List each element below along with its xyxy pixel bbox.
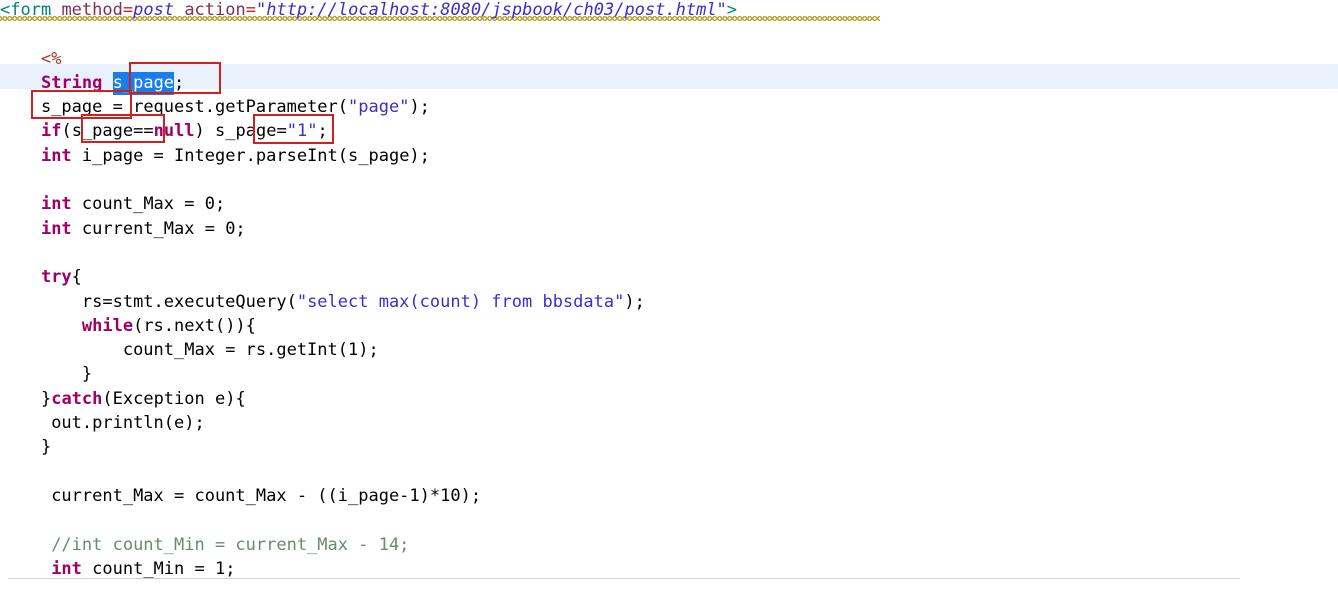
- code-line-18: out.println(e);: [0, 411, 737, 435]
- token-string-page: "page": [348, 97, 410, 118]
- code-text[interactable]: <form method=post action="http://localho…: [0, 0, 737, 581]
- token-stmt-rs: rs=stmt.executeQuery(: [81, 291, 297, 312]
- token-decl-count-min: count_Min = 1;: [81, 558, 236, 579]
- token-paren-open-if: (: [61, 121, 72, 142]
- token-attr-method: method: [61, 0, 123, 20]
- token-keyword-try: try: [40, 267, 72, 288]
- code-line-19: }: [0, 435, 737, 459]
- token-eq-default: =: [276, 121, 287, 142]
- token-value-action-url: "http://localhost:8080/jspbook/ch03/post…: [255, 0, 727, 20]
- token-keyword-if: if: [40, 121, 62, 142]
- code-line-4: String s_page;: [0, 71, 737, 95]
- token-s-page-default: s_page: [215, 121, 277, 142]
- token-stmt-println: out.println(e);: [40, 413, 205, 434]
- token-keyword-int-1: int: [40, 145, 72, 166]
- token-catch-cond: (Exception e){: [102, 388, 246, 409]
- token-string-sql: "select max(count) from bbsdata": [296, 291, 625, 312]
- code-line-7: int i_page = Integer.parseInt(s_page);: [0, 144, 737, 168]
- token-value-post: post: [133, 0, 175, 20]
- token-close-paren-semi: );: [409, 97, 430, 118]
- token-stmt-current-max: current_Max = count_Max - ((i_page-1)*10…: [51, 485, 482, 506]
- code-line-1: <form method=post action="http://localho…: [0, 0, 737, 22]
- token-keyword-int-3: int: [40, 218, 72, 239]
- token-paren-close-if: ): [194, 121, 205, 142]
- token-selected-s-page[interactable]: s_page: [112, 71, 175, 95]
- token-attr-action: action: [184, 0, 246, 20]
- token-keyword-null: null: [153, 121, 195, 142]
- token-decl-current-max: current_Max = 0;: [71, 218, 246, 239]
- editor-bottom-area: [0, 579, 1338, 592]
- code-line-15: count_Max = rs.getInt(1);: [0, 338, 737, 362]
- code-line-12: try{: [0, 265, 737, 289]
- code-line-9: int count_Max = 0;: [0, 192, 737, 216]
- token-form-tag-open: <form: [0, 0, 52, 20]
- token-decl-i-page: i_page = Integer.parseInt(s_page);: [71, 145, 430, 166]
- token-brace-open-try: {: [71, 267, 82, 288]
- code-line-17: }catch(Exception e){: [0, 387, 737, 411]
- code-line-10: int current_Max = 0;: [0, 217, 737, 241]
- token-stmt-count-max: count_Max = rs.getInt(1);: [122, 340, 379, 361]
- token-brace-close-catch: }: [40, 437, 52, 458]
- code-line-13: rs=stmt.executeQuery("select max(count) …: [0, 290, 737, 314]
- code-line-14: while(rs.next()){: [0, 314, 737, 338]
- token-jsp-open: <%: [40, 48, 62, 69]
- code-surface[interactable]: <form method=post action="http://localho…: [0, 0, 1338, 580]
- code-line-6: if(s_page==null) s_page="1";: [0, 119, 737, 143]
- code-line-23: //int count_Min = current_Max - 14;: [0, 533, 737, 557]
- token-tag-close: >: [726, 0, 738, 20]
- code-line-21: current_Max = count_Max - ((i_page-1)*10…: [0, 484, 737, 508]
- token-comment-count-min: //int count_Min = current_Max - 14;: [51, 534, 410, 555]
- token-keyword-string: String: [40, 72, 103, 93]
- token-s-page-assign-target: s_page: [40, 97, 103, 118]
- code-line-5: s_page = request.getParameter("page");: [0, 95, 737, 119]
- token-s-page-cond: s_page: [71, 121, 134, 142]
- token-keyword-int-4: int: [51, 558, 82, 579]
- token-equals-1: =: [122, 0, 134, 20]
- code-line-3: <%: [0, 47, 737, 71]
- token-close-paren-semi-2: );: [624, 291, 645, 312]
- token-brace-close-while: }: [81, 364, 93, 385]
- token-assign-request: = request.getParameter(: [102, 97, 349, 118]
- editor-bottom-border: [8, 578, 1240, 579]
- token-decl-count-max: count_Max = 0;: [71, 194, 226, 215]
- token-while-cond: (rs.next()){: [133, 315, 256, 336]
- token-string-one: "1": [286, 121, 318, 142]
- token-brace-close-try: }: [40, 388, 52, 409]
- token-keyword-int-2: int: [40, 194, 72, 215]
- code-line-16: }: [0, 362, 737, 386]
- token-keyword-catch: catch: [51, 388, 103, 409]
- token-semicolon-2: ;: [317, 121, 328, 142]
- token-keyword-while: while: [81, 315, 134, 336]
- token-equals-2: =: [245, 0, 256, 20]
- token-eqeq: ==: [133, 121, 154, 142]
- code-editor-window: <form method=post action="http://localho…: [0, 0, 1338, 592]
- token-semicolon-1: ;: [174, 72, 185, 93]
